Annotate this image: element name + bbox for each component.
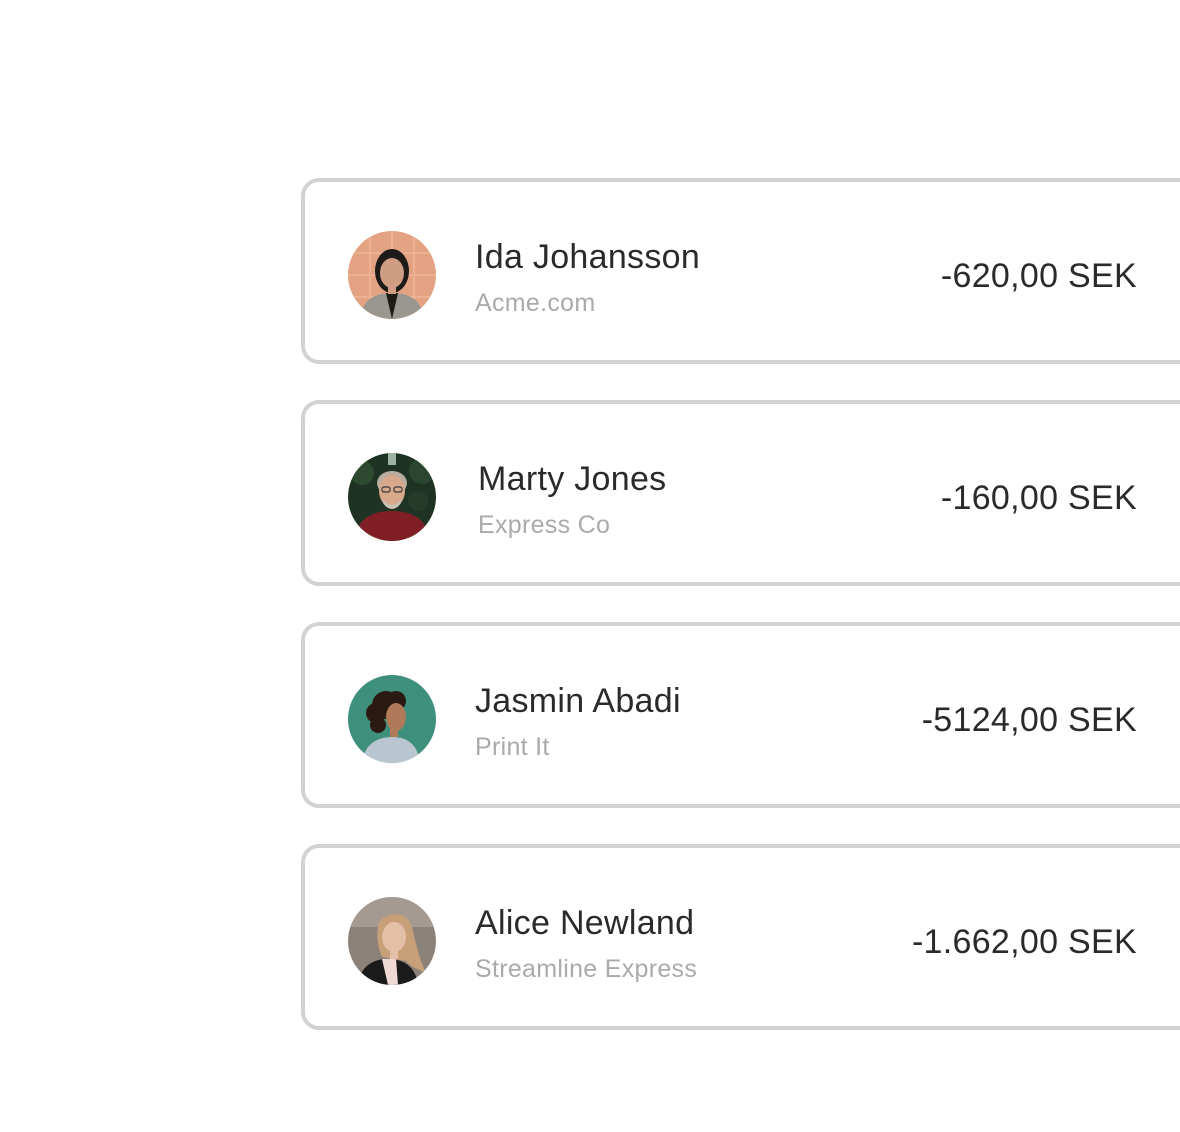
contact-name: Alice Newland [475, 904, 695, 942]
person-photo-icon [348, 453, 436, 541]
avatar [348, 231, 436, 319]
transaction-amount: -1.662,00 SEK [911, 923, 1137, 961]
company-name: Print It [475, 733, 550, 761]
transaction-list: Ida Johansson Acme.com -620,00 SEK Marty… [301, 178, 1180, 1038]
transaction-card[interactable]: Alice Newland Streamline Express -1.662,… [301, 844, 1180, 1030]
transaction-card[interactable]: Ida Johansson Acme.com -620,00 SEK [301, 178, 1180, 364]
person-photo-icon [348, 231, 436, 319]
avatar [348, 897, 436, 985]
contact-name: Ida Johansson [475, 238, 701, 276]
company-name: Acme.com [475, 289, 596, 317]
transaction-amount: -5124,00 SEK [921, 701, 1137, 739]
transaction-card[interactable]: Jasmin Abadi Print It -5124,00 SEK [301, 622, 1180, 808]
avatar [348, 453, 436, 541]
company-name: Streamline Express [475, 955, 698, 983]
avatar [348, 675, 436, 763]
person-photo-icon [348, 675, 436, 763]
transaction-amount: -160,00 SEK [940, 479, 1137, 517]
transaction-amount: -620,00 SEK [940, 257, 1137, 295]
contact-name: Marty Jones [478, 460, 667, 498]
person-photo-icon [348, 897, 436, 985]
company-name: Express Co [478, 511, 611, 539]
transaction-card[interactable]: Marty Jones Express Co -160,00 SEK [301, 400, 1180, 586]
contact-name: Jasmin Abadi [475, 682, 681, 720]
